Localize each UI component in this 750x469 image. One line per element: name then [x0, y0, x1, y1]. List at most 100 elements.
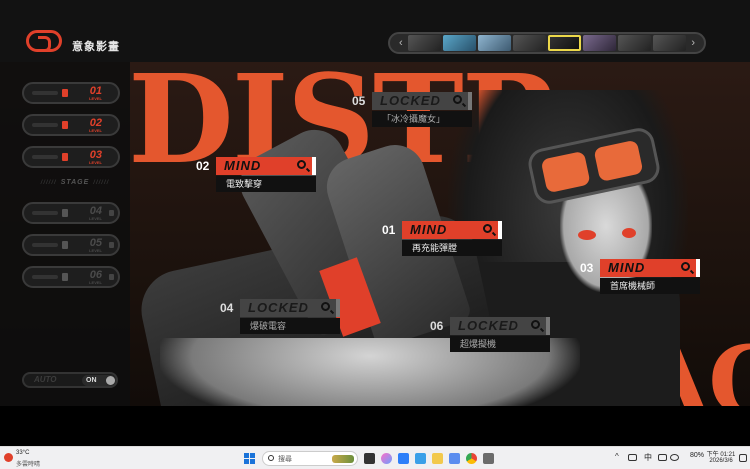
level-button-locked[interactable]: 04 LEVEL — [22, 202, 120, 224]
node-number: 03 — [580, 261, 594, 275]
chrome-icon[interactable] — [466, 453, 477, 464]
windows-taskbar: 33°C 多雲時晴 搜尋 ^ 中 80% 下午 01:21 2026/3/6 — [0, 446, 750, 469]
magnify-icon[interactable] — [483, 224, 492, 233]
level-button[interactable]: 01 LEVEL — [22, 82, 120, 104]
character-portrait[interactable] — [583, 35, 617, 51]
clock-date[interactable]: 2026/3/6 — [706, 458, 736, 464]
node-name: 再充能彈膛 — [402, 240, 502, 256]
game-app-icon[interactable] — [483, 453, 494, 464]
notification-icon[interactable] — [739, 454, 747, 462]
tray-app-icon[interactable] — [628, 454, 637, 461]
task-view-icon[interactable] — [364, 453, 375, 464]
store-icon[interactable] — [398, 453, 409, 464]
app-icon[interactable] — [449, 453, 460, 464]
level-button[interactable]: 03 LEVEL — [22, 146, 120, 168]
auto-label: AUTO — [34, 375, 57, 384]
level-button[interactable]: 02 LEVEL — [22, 114, 120, 136]
node-number: 04 — [220, 301, 234, 315]
level-indicator — [32, 123, 58, 127]
character-portrait[interactable] — [442, 35, 476, 51]
level-button-locked[interactable]: 06 LEVEL — [22, 266, 120, 288]
magnify-icon[interactable] — [531, 320, 540, 329]
level-indicator — [32, 243, 58, 247]
level-indicator — [32, 211, 58, 215]
node-name: 「冰冷攝魔女」 — [372, 111, 472, 127]
node-number: 02 — [196, 159, 210, 173]
battery-status[interactable]: 80% — [690, 452, 704, 459]
node-header: MIND — [402, 221, 502, 239]
auto-toggle-state[interactable]: ON — [82, 375, 116, 386]
magnify-icon[interactable] — [453, 95, 462, 104]
ime-icon[interactable] — [658, 454, 667, 461]
level-caption: LEVEL — [89, 248, 102, 253]
level-caption: LEVEL — [89, 128, 102, 133]
level-caption: LEVEL — [89, 216, 102, 221]
level-indicator — [32, 275, 58, 279]
tray-overflow-icon[interactable]: ^ — [615, 452, 619, 461]
character-eye — [622, 228, 636, 238]
level-indicator — [62, 153, 68, 161]
node-header: LOCKED — [240, 299, 340, 317]
magnify-icon[interactable] — [681, 262, 690, 271]
node-number: 05 — [352, 94, 366, 108]
weather-icon[interactable] — [4, 453, 13, 462]
character-portrait[interactable] — [512, 35, 546, 51]
level-indicator — [62, 241, 68, 249]
node-header: LOCKED — [372, 92, 472, 110]
level-caption: LEVEL — [89, 280, 102, 285]
auto-toggle[interactable]: AUTO ON — [22, 372, 118, 388]
node-header: MIND — [216, 157, 316, 175]
node-status: LOCKED — [248, 300, 309, 315]
character-portrait[interactable] — [407, 35, 441, 51]
level-indicator — [62, 89, 68, 97]
file-explorer-icon[interactable] — [432, 453, 443, 464]
chevron-left-icon[interactable]: ‹ — [396, 37, 406, 49]
character-portrait[interactable] — [618, 35, 652, 51]
character-portrait-selected[interactable] — [547, 35, 582, 51]
character-portrait[interactable] — [477, 35, 511, 51]
weather-temperature[interactable]: 33°C — [16, 450, 29, 456]
chevron-right-icon[interactable]: › — [688, 37, 698, 49]
start-icon[interactable] — [244, 453, 255, 464]
wifi-icon[interactable] — [670, 454, 679, 461]
lock-icon — [109, 242, 114, 248]
clock-time[interactable]: 下午 01:21 — [706, 449, 736, 458]
taskbar-search[interactable]: 搜尋 — [262, 451, 358, 466]
node-status: LOCKED — [380, 93, 441, 108]
top-bar: 意象影畫 ‹ › — [0, 0, 750, 62]
character-eye — [578, 230, 596, 240]
level-button-locked[interactable]: 05 LEVEL — [22, 234, 120, 256]
level-caption: LEVEL — [89, 96, 102, 101]
lock-icon — [109, 274, 114, 280]
app-logo-icon[interactable] — [26, 30, 62, 52]
weather-description[interactable]: 多雲時晴 — [16, 459, 40, 468]
stage-divider-label: STAGE — [30, 179, 120, 186]
node-name: 電致擊穿 — [216, 176, 316, 192]
node-status: LOCKED — [458, 318, 519, 333]
level-indicator — [62, 273, 68, 281]
magnify-icon[interactable] — [321, 302, 330, 311]
magnify-icon[interactable] — [297, 160, 306, 169]
node-number: 06 — [430, 319, 444, 333]
character-selector: ‹ › — [388, 32, 706, 54]
lock-icon — [109, 210, 114, 216]
level-caption: LEVEL — [89, 160, 102, 165]
node-status: MIND — [410, 222, 448, 237]
level-sidebar: 01 LEVEL 02 LEVEL 03 LEVEL STAGE 04 LEVE… — [0, 62, 130, 406]
search-placeholder: 搜尋 — [278, 456, 292, 463]
node-status: MIND — [608, 260, 646, 275]
edge-icon[interactable] — [415, 453, 426, 464]
level-indicator — [62, 209, 68, 217]
node-header: MIND — [600, 259, 700, 277]
node-status: MIND — [224, 158, 262, 173]
character-portrait[interactable] — [653, 35, 687, 51]
node-name: 首席機械師 — [600, 278, 700, 294]
input-language[interactable]: 中 — [644, 452, 652, 463]
search-icon — [268, 455, 274, 461]
node-header: LOCKED — [450, 317, 550, 335]
app-title: 意象影畫 — [72, 41, 120, 53]
search-highlight-icon — [332, 455, 354, 463]
level-indicator — [32, 91, 58, 95]
level-indicator — [32, 155, 58, 159]
copilot-icon[interactable] — [381, 453, 392, 464]
